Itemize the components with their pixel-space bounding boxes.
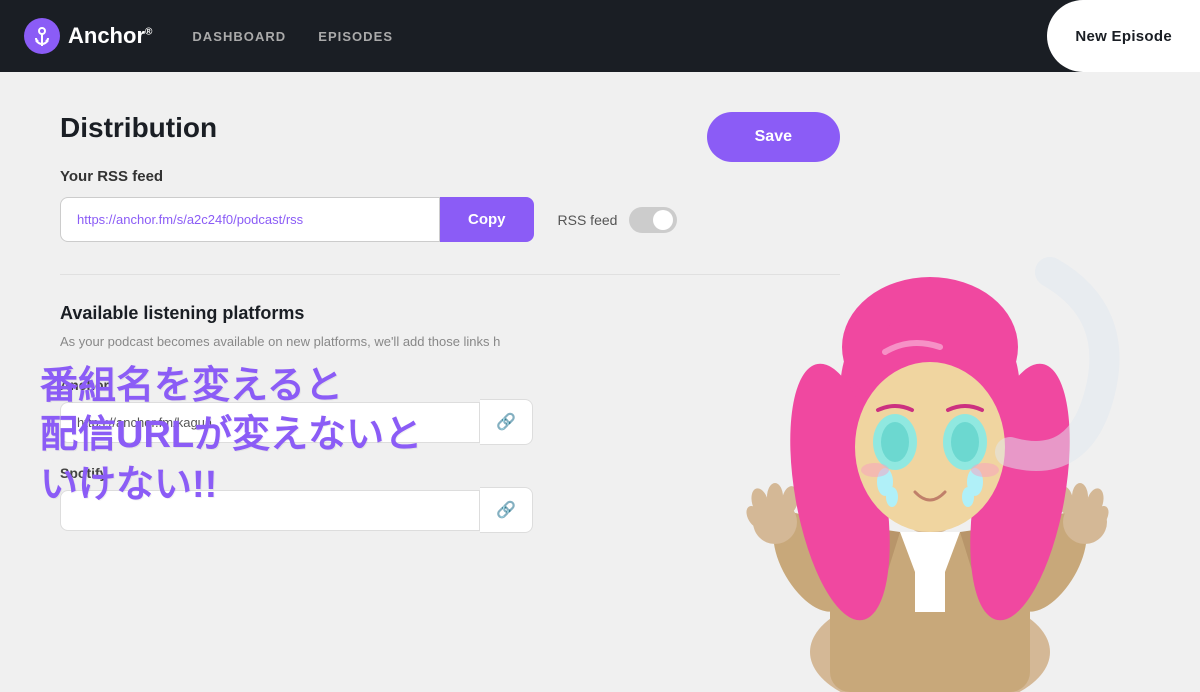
anchor-logo-icon — [24, 18, 60, 54]
rss-feed-toggle-row: RSS feed — [558, 207, 678, 233]
logo-text: Anchor® — [68, 23, 152, 49]
new-episode-button[interactable]: New Episode — [1047, 0, 1200, 72]
nav-dashboard[interactable]: DASHBOARD — [192, 29, 286, 44]
rss-feed-toggle[interactable] — [629, 207, 677, 233]
platform-anchor-link-button[interactable]: 🔗 — [480, 399, 533, 445]
platform-spotify-link-button[interactable]: 🔗 — [480, 487, 533, 533]
character-illustration — [700, 192, 1160, 692]
rss-feed-label: RSS feed — [558, 212, 618, 228]
rss-label: Your RSS feed — [60, 168, 840, 185]
rss-input[interactable] — [60, 197, 440, 242]
header: Anchor® DASHBOARD EPISODES New Episode — [0, 0, 1200, 72]
platform-anchor-input[interactable] — [60, 402, 480, 443]
logo-area: Anchor® — [24, 18, 152, 54]
platform-spotify-input[interactable] — [60, 490, 480, 531]
save-button[interactable]: Save — [707, 112, 840, 162]
nav: DASHBOARD EPISODES — [192, 29, 393, 44]
nav-episodes[interactable]: EPISODES — [318, 29, 393, 44]
copy-button[interactable]: Copy — [440, 197, 534, 242]
